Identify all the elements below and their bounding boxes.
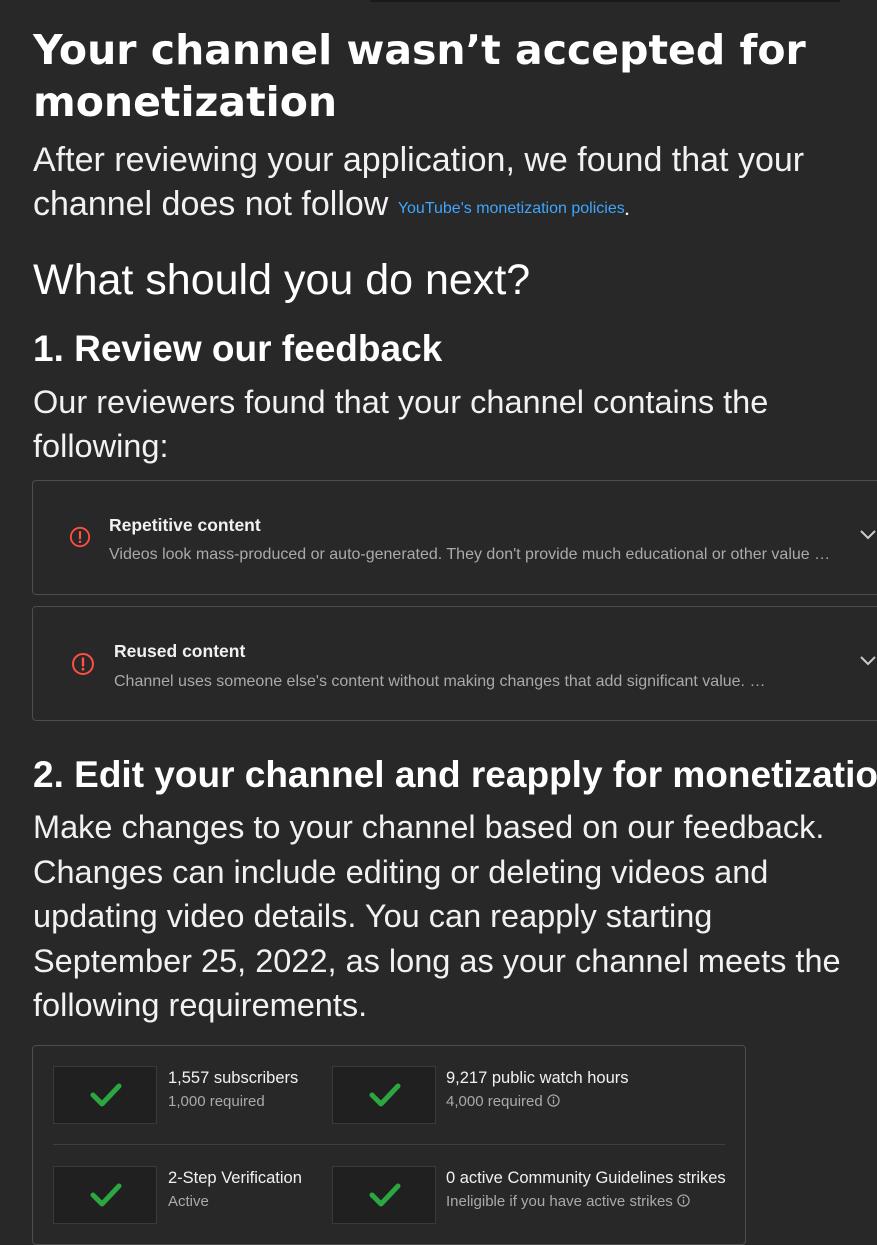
requirements-divider [53,1144,725,1145]
requirement-subtitle: 4,000 required [446,1093,543,1110]
requirement-title: 0 active Community Guidelines strikes [446,1169,726,1187]
feedback-description: Videos look mass-produced or auto-genera… [109,546,831,563]
step1-heading: 1. Review our feedback [33,328,443,369]
page-title: Your channel wasn’t accepted for monetiz… [33,26,806,126]
reapply-instructions: Make changes to your channel based on ou… [33,809,841,1023]
feedback-item-reused-content[interactable]: Reused content Channel uses someone else… [32,606,877,721]
requirement-status-box [332,1066,436,1124]
check-icon [90,1083,122,1107]
requirement-title: 2-Step Verification [168,1169,302,1187]
check-icon [90,1183,122,1207]
step2-heading: 2. Edit your channel and reapply for mon… [33,754,877,795]
next-steps-heading: What should you do next? [33,256,531,304]
requirement-subtitle: Ineligible if you have active strikes [446,1193,673,1210]
requirement-subtitle-row: Ineligible if you have active strikes [446,1193,690,1210]
requirement-status-box [332,1166,436,1224]
feedback-title: Reused content [114,641,246,661]
reviewers-text: Our reviewers found that your channel co… [33,384,769,464]
top-edge-strip [370,0,840,2]
feedback-item-repetitive-content[interactable]: Repetitive content Videos look mass-prod… [32,480,877,595]
check-icon [369,1183,401,1207]
requirement-title: 9,217 public watch hours [446,1069,629,1087]
info-icon[interactable] [677,1194,690,1207]
requirement-subtitle-row: 4,000 required [446,1093,560,1110]
requirement-status-box [53,1066,157,1124]
requirements-panel: 1,557 subscribers 1,000 required 9,217 p… [32,1045,746,1245]
alert-circle-icon [69,526,91,548]
check-icon [369,1083,401,1107]
chevron-down-icon[interactable] [859,528,877,542]
intro-period: . [624,202,630,219]
chevron-down-icon[interactable] [859,654,877,668]
monetization-policies-link[interactable]: YouTube's monetization policies [398,200,625,217]
requirement-title: 1,557 subscribers [168,1069,299,1087]
info-icon[interactable] [547,1094,560,1107]
requirement-subtitle: 1,000 required [168,1093,265,1110]
intro-text: After reviewing your application, we fou… [33,138,853,233]
requirement-status-box [53,1166,157,1224]
alert-circle-icon [72,653,94,675]
feedback-description: Channel uses someone else's content with… [114,673,766,690]
requirement-subtitle: Active [168,1193,209,1210]
feedback-title: Repetitive content [109,515,261,535]
